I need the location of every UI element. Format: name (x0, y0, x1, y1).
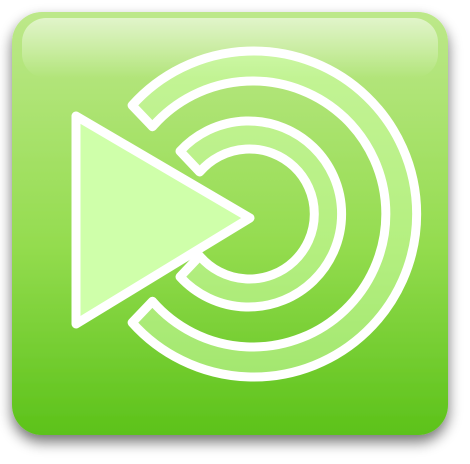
mate-logo-icon (12, 12, 448, 435)
app-icon-canvas (0, 0, 470, 464)
